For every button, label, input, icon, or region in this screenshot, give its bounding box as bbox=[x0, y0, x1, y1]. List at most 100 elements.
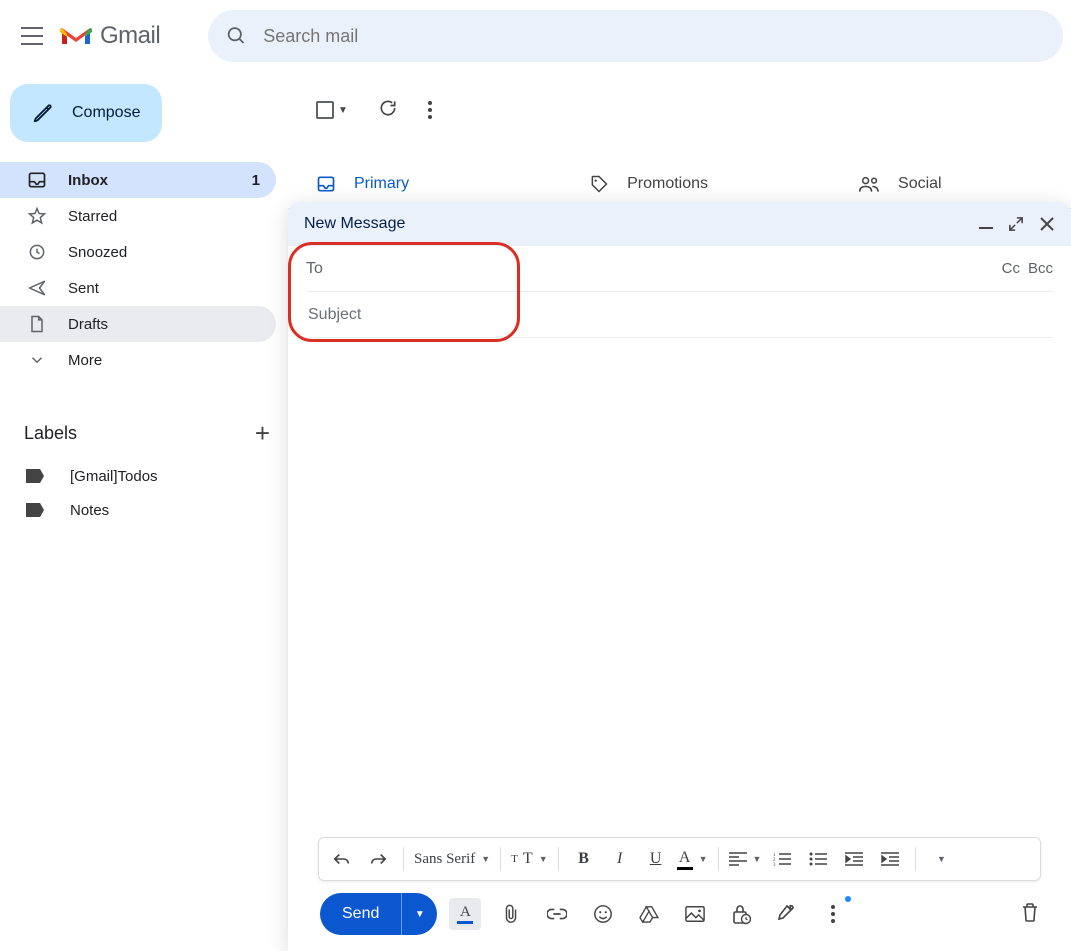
add-label-button[interactable]: + bbox=[255, 418, 270, 449]
outdent-icon bbox=[845, 852, 863, 866]
numbered-list-button[interactable]: 123 bbox=[767, 843, 797, 875]
text-format-toggle[interactable]: A bbox=[449, 898, 481, 930]
indent-more-button[interactable] bbox=[875, 843, 905, 875]
refresh-button[interactable] bbox=[378, 98, 398, 123]
nav-starred[interactable]: Starred bbox=[0, 198, 276, 234]
insert-signature-button[interactable] bbox=[771, 898, 803, 930]
tab-primary-label: Primary bbox=[354, 175, 409, 193]
label-icon bbox=[26, 503, 44, 517]
hamburger-icon bbox=[21, 27, 43, 45]
text-color-button[interactable]: A▼ bbox=[677, 843, 708, 875]
confidential-mode-button[interactable] bbox=[725, 898, 757, 930]
nav-drafts[interactable]: Drafts bbox=[0, 306, 276, 342]
label-icon bbox=[26, 469, 44, 483]
formatting-toolbar: Sans Serif▼ TT▼ B I U A▼ ▼ 123 ▼ bbox=[318, 837, 1041, 881]
label-item[interactable]: Notes bbox=[0, 493, 288, 527]
fullscreen-button[interactable] bbox=[1009, 217, 1023, 231]
send-button[interactable]: Send bbox=[320, 893, 401, 935]
insert-emoji-button[interactable] bbox=[587, 898, 619, 930]
nav-inbox-count: 1 bbox=[252, 172, 260, 189]
search-icon bbox=[226, 25, 247, 47]
clock-icon bbox=[27, 242, 47, 262]
ol-icon: 123 bbox=[773, 852, 791, 866]
to-label[interactable]: To bbox=[306, 260, 358, 278]
nav-more[interactable]: More bbox=[0, 342, 276, 378]
font-name: Sans Serif bbox=[414, 851, 475, 868]
compose-title: New Message bbox=[304, 215, 405, 233]
inbox-icon bbox=[27, 170, 47, 190]
main-menu-button[interactable] bbox=[8, 12, 56, 60]
tab-promotions-label: Promotions bbox=[627, 175, 708, 193]
align-button[interactable]: ▼ bbox=[729, 843, 762, 875]
insert-image-button[interactable] bbox=[679, 898, 711, 930]
cc-button[interactable]: Cc bbox=[1002, 260, 1020, 277]
compose-window: New Message To Cc Bcc bbox=[288, 202, 1071, 951]
pen-icon bbox=[778, 904, 796, 924]
compose-button[interactable]: Compose bbox=[10, 84, 162, 142]
send-icon bbox=[27, 278, 47, 298]
search-input[interactable] bbox=[261, 25, 1045, 48]
drive-icon bbox=[639, 905, 659, 923]
nav-snoozed-label: Snoozed bbox=[68, 244, 127, 261]
nav-sent[interactable]: Sent bbox=[0, 270, 276, 306]
image-icon bbox=[685, 905, 705, 923]
compose-label: Compose bbox=[72, 104, 140, 122]
compose-body[interactable] bbox=[306, 338, 1053, 837]
tab-social-label: Social bbox=[898, 175, 942, 193]
align-left-icon bbox=[729, 852, 747, 866]
refresh-icon bbox=[378, 98, 398, 118]
redo-button[interactable] bbox=[363, 843, 393, 875]
insert-drive-button[interactable] bbox=[633, 898, 665, 930]
link-icon bbox=[547, 908, 567, 920]
emoji-icon bbox=[593, 904, 613, 924]
close-button[interactable] bbox=[1039, 216, 1055, 232]
label-item[interactable]: [Gmail]Todos bbox=[0, 459, 288, 493]
bcc-button[interactable]: Bcc bbox=[1028, 260, 1053, 277]
pencil-icon bbox=[32, 102, 54, 124]
send-options-button[interactable]: ▼ bbox=[401, 893, 437, 935]
people-icon bbox=[858, 174, 880, 194]
send-button-group: Send ▼ bbox=[320, 893, 437, 935]
nav-inbox[interactable]: Inbox 1 bbox=[0, 162, 276, 198]
label-text: Notes bbox=[70, 502, 109, 519]
indent-less-button[interactable] bbox=[839, 843, 869, 875]
minimize-button[interactable] bbox=[979, 227, 993, 229]
to-input[interactable] bbox=[358, 259, 1002, 279]
subject-input[interactable] bbox=[306, 305, 1053, 325]
undo-button[interactable] bbox=[327, 843, 357, 875]
font-size-button[interactable]: TT▼ bbox=[511, 843, 547, 875]
select-all-checkbox[interactable]: ▼ bbox=[316, 101, 348, 119]
attach-file-button[interactable] bbox=[495, 898, 527, 930]
nav-more-label: More bbox=[68, 352, 102, 369]
nav-starred-label: Starred bbox=[68, 208, 117, 225]
draft-icon bbox=[27, 314, 47, 334]
chevron-down-icon bbox=[28, 351, 46, 369]
star-icon bbox=[27, 206, 47, 226]
trash-icon bbox=[1021, 902, 1039, 922]
insert-link-button[interactable] bbox=[541, 898, 573, 930]
underline-button[interactable]: U bbox=[641, 843, 671, 875]
redo-icon bbox=[369, 851, 387, 867]
discard-draft-button[interactable] bbox=[1021, 902, 1039, 927]
label-text: [Gmail]Todos bbox=[70, 468, 158, 485]
more-actions-button[interactable] bbox=[428, 101, 432, 119]
labels-heading: Labels bbox=[24, 423, 77, 444]
gmail-logo-icon bbox=[60, 24, 92, 48]
indent-icon bbox=[881, 852, 899, 866]
bold-button[interactable]: B bbox=[569, 843, 599, 875]
undo-icon bbox=[333, 851, 351, 867]
gmail-logo[interactable]: Gmail bbox=[60, 22, 160, 50]
italic-button[interactable]: I bbox=[605, 843, 635, 875]
nav-inbox-label: Inbox bbox=[68, 172, 108, 189]
lock-clock-icon bbox=[731, 903, 751, 925]
brand-text: Gmail bbox=[100, 22, 160, 50]
more-options-button[interactable] bbox=[817, 898, 849, 930]
inbox-tab-icon bbox=[316, 174, 336, 194]
search-box[interactable] bbox=[208, 10, 1063, 62]
font-picker[interactable]: Sans Serif▼ bbox=[414, 843, 490, 875]
nav-snoozed[interactable]: Snoozed bbox=[0, 234, 276, 270]
bullet-list-button[interactable] bbox=[803, 843, 833, 875]
more-formatting-button[interactable]: ▼ bbox=[926, 843, 956, 875]
nav-drafts-label: Drafts bbox=[68, 316, 108, 333]
svg-text:3: 3 bbox=[773, 863, 776, 866]
